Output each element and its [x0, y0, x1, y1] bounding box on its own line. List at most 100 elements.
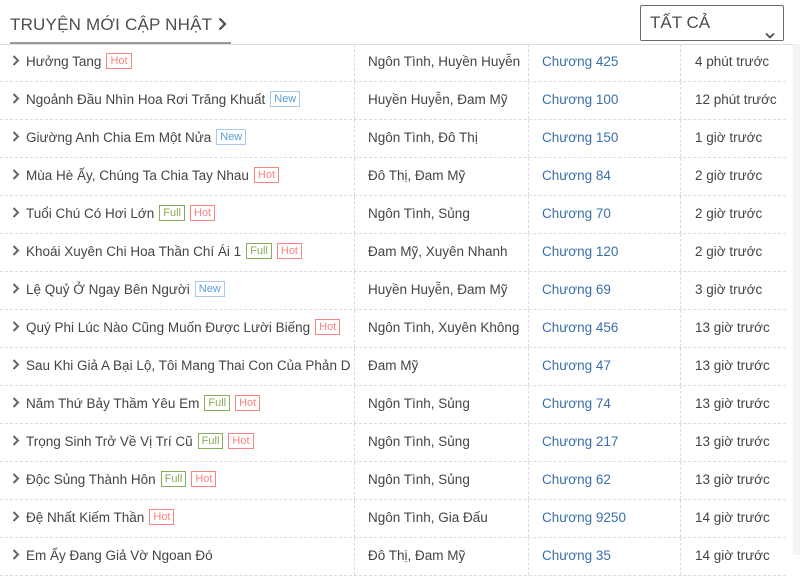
full-badge: Full	[246, 243, 272, 260]
story-category-cell[interactable]: Ngôn Tình, Gia Đấu	[354, 500, 528, 537]
story-row: Sau Khi Giả A Bại Lộ, Tôi Mang Thai Con …	[0, 348, 786, 386]
story-title-link[interactable]: Năm Thứ Bảy Thầm Yêu Em	[26, 396, 199, 411]
hot-badge: Hot	[253, 167, 280, 184]
story-category-cell[interactable]: Ngôn Tình, Sủng	[354, 424, 528, 461]
story-title-link[interactable]: Hưởng Tang	[26, 54, 101, 69]
story-chapter-link[interactable]: Chương 456	[528, 310, 680, 347]
story-updated-time: 13 giờ trước	[680, 386, 786, 423]
story-row: Quý Phi Lúc Nào Cũng Muốn Được Lười Biến…	[0, 310, 786, 348]
story-category-cell[interactable]: Ngôn Tình, Huyền Huyễn	[354, 44, 528, 81]
story-chapter-link[interactable]: Chương 70	[528, 196, 680, 233]
chevron-right-icon	[12, 310, 20, 346]
story-chapter-link[interactable]: Chương 62	[528, 462, 680, 499]
category-filter-select[interactable]: TẤT CẢ	[640, 5, 784, 41]
chevron-right-icon	[12, 538, 20, 574]
section-title[interactable]: TRUYỆN MỚI CẬP NHẬT	[10, 12, 232, 44]
chevron-right-icon	[12, 348, 20, 384]
story-category-cell[interactable]: Đô Thị, Đam Mỹ	[354, 538, 528, 575]
story-category-cell[interactable]: Đam Mỹ, Xuyên Nhanh	[354, 234, 528, 271]
hot-badge: Hot	[276, 243, 302, 260]
chevron-right-icon	[12, 386, 20, 422]
story-category-cell[interactable]: Đô Thị, Đam Mỹ	[354, 158, 528, 195]
story-chapter-link[interactable]: Chương 425	[528, 44, 680, 81]
section-header: TRUYỆN MỚI CẬP NHẬT TẤT CẢ	[0, 0, 800, 45]
story-title-link[interactable]: Sau Khi Giả A Bại Lộ, Tôi Mang Thai Con …	[26, 358, 350, 373]
full-badge: Full	[197, 433, 224, 450]
story-title-link[interactable]: Em Ấy Đang Giả Vờ Ngoan Đó	[26, 548, 213, 563]
chevron-right-icon	[12, 500, 20, 536]
full-badge: Full	[159, 205, 185, 222]
story-list: Hưởng Tang Hot Ngôn Tình, Huyền Huyễn Chươn…	[0, 44, 786, 576]
full-badge: Full	[204, 395, 231, 412]
story-title-cell: Mùa Hè Ấy, Chúng Ta Chia Tay Nhau Hot	[12, 158, 350, 195]
story-category-cell[interactable]: Ngôn Tình, Sủng	[354, 462, 528, 499]
story-title-cell: Giường Anh Chia Em Một Nửa New	[12, 120, 350, 157]
story-title-link[interactable]: Đệ Nhất Kiếm Thần	[26, 510, 144, 525]
story-title-cell: Đệ Nhất Kiếm Thần Hot	[12, 500, 350, 537]
story-chapter-link[interactable]: Chương 9250	[528, 500, 680, 537]
story-chapter-link[interactable]: Chương 74	[528, 386, 680, 423]
story-updated-time: 12 phút trước	[680, 82, 786, 119]
story-row: Ngoảnh Đầu Nhìn Hoa Rơi Trăng Khuất New Hu…	[0, 82, 786, 120]
story-category-cell[interactable]: Ngôn Tình, Sủng	[354, 386, 528, 423]
story-row: Em Ấy Đang Giả Vờ Ngoan Đó Đô Thị, Đam Mỹ…	[0, 538, 786, 576]
story-updated-time: 13 giờ trước	[680, 348, 786, 385]
story-title-link[interactable]: Trọng Sinh Trở Về Vị Trí Cũ	[26, 434, 193, 449]
story-title-link[interactable]: Lệ Quỷ Ở Ngay Bên Người	[26, 282, 190, 297]
story-row: Năm Thứ Bảy Thầm Yêu Em Full Hot Ngôn Tình,…	[0, 386, 786, 424]
filter-selected-value: TẤT CẢ	[650, 13, 711, 32]
chevron-right-icon	[12, 196, 20, 232]
story-title-cell: Năm Thứ Bảy Thầm Yêu Em Full Hot	[12, 386, 350, 423]
story-category-cell[interactable]: Đam Mỹ	[354, 348, 528, 385]
story-chapter-link[interactable]: Chương 69	[528, 272, 680, 309]
story-chapter-link[interactable]: Chương 84	[528, 158, 680, 195]
story-chapter-link[interactable]: Chương 35	[528, 538, 680, 575]
hot-badge: Hot	[315, 319, 341, 336]
story-row: Hưởng Tang Hot Ngôn Tình, Huyền Huyễn Chươn…	[0, 44, 786, 82]
story-updated-time: 13 giờ trước	[680, 462, 786, 499]
story-category-cell[interactable]: Huyền Huyễn, Đam Mỹ	[354, 272, 528, 309]
chevron-right-icon	[12, 44, 20, 80]
full-badge: Full	[160, 471, 187, 488]
story-category-cell[interactable]: Ngôn Tình, Xuyên Không	[354, 310, 528, 347]
story-title-link[interactable]: Khoái Xuyên Chi Hoa Thần Chí Ái 1	[26, 244, 241, 259]
story-chapter-link[interactable]: Chương 217	[528, 424, 680, 461]
scrollbar[interactable]	[793, 44, 800, 555]
story-category-cell[interactable]: Ngôn Tình, Sủng	[354, 196, 528, 233]
story-chapter-link[interactable]: Chương 120	[528, 234, 680, 271]
story-chapter-link[interactable]: Chương 100	[528, 82, 680, 119]
story-row: Trọng Sinh Trở Về Vị Trí Cũ Full Hot Ngôn T…	[0, 424, 786, 462]
story-title-link[interactable]: Ngoảnh Đầu Nhìn Hoa Rơi Trăng Khuất	[26, 92, 265, 107]
story-title-cell: Sau Khi Giả A Bại Lộ, Tôi Mang Thai Con …	[12, 348, 350, 385]
story-title-cell: Quý Phi Lúc Nào Cũng Muốn Được Lười Biến…	[12, 310, 350, 347]
chevron-right-icon	[12, 272, 20, 308]
story-title-cell: Ngoảnh Đầu Nhìn Hoa Rơi Trăng Khuất New	[12, 82, 350, 119]
story-updated-time: 14 giờ trước	[680, 500, 786, 537]
story-title-link[interactable]: Giường Anh Chia Em Một Nửa	[26, 130, 211, 145]
story-title-link[interactable]: Mùa Hè Ấy, Chúng Ta Chia Tay Nhau	[26, 168, 249, 183]
story-title-cell: Độc Sủng Thành Hôn Full Hot	[12, 462, 350, 499]
story-updated-time: 2 giờ trước	[680, 234, 786, 271]
hot-badge: Hot	[106, 53, 132, 70]
story-updated-time: 4 phút trước	[680, 44, 786, 81]
story-category-cell[interactable]: Huyền Huyễn, Đam Mỹ	[354, 82, 528, 119]
story-title-link[interactable]: Tuổi Chú Có Hơi Lớn	[26, 206, 154, 221]
story-chapter-link[interactable]: Chương 47	[528, 348, 680, 385]
story-updated-time: 3 giờ trước	[680, 272, 786, 309]
story-row: Độc Sủng Thành Hôn Full Hot Ngôn Tình, Sủng…	[0, 462, 786, 500]
story-updated-time: 14 giờ trước	[680, 538, 786, 575]
hot-badge: Hot	[190, 205, 216, 222]
story-updated-time: 1 giờ trước	[680, 120, 786, 157]
chevron-right-icon	[12, 462, 20, 498]
story-updated-time: 2 giờ trước	[680, 196, 786, 233]
story-category-cell[interactable]: Ngôn Tình, Đô Thị	[354, 120, 528, 157]
new-badge: New	[270, 91, 301, 108]
story-updated-time: 13 giờ trước	[680, 310, 786, 347]
story-title-link[interactable]: Độc Sủng Thành Hôn	[26, 472, 156, 487]
new-badge: New	[216, 129, 247, 146]
story-updated-time: 13 giờ trước	[680, 424, 786, 461]
story-title-link[interactable]: Quý Phi Lúc Nào Cũng Muốn Được Lười Biến…	[26, 320, 310, 335]
story-updated-time: 2 giờ trước	[680, 158, 786, 195]
story-chapter-link[interactable]: Chương 150	[528, 120, 680, 157]
story-title-cell: Tuổi Chú Có Hơi Lớn Full Hot	[12, 196, 350, 233]
